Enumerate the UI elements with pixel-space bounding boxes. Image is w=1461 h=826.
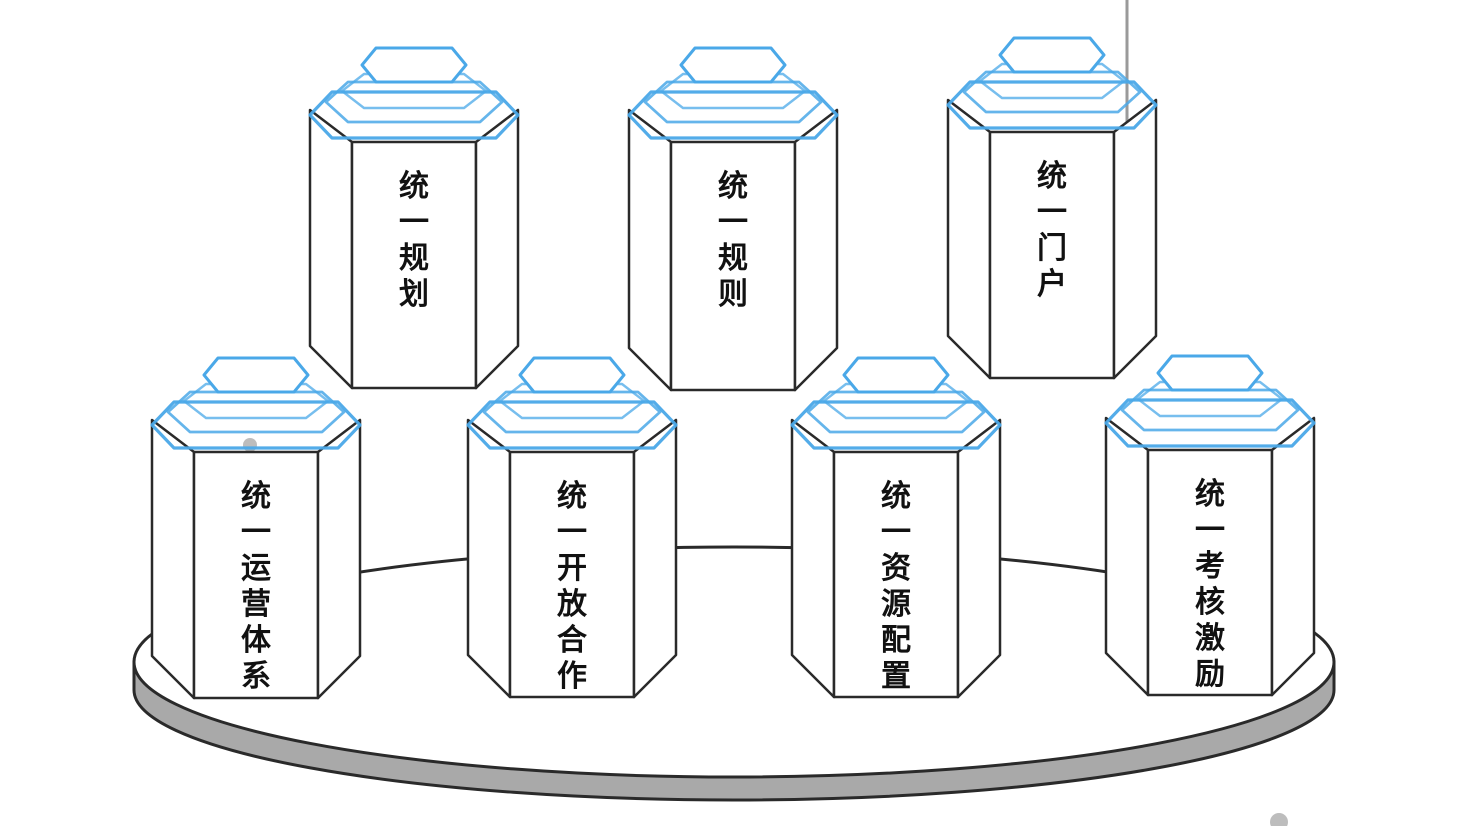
pillar-portal: 统一门户: [946, 36, 1158, 380]
pillar-label-char: 户: [1037, 267, 1067, 302]
pillar-right-face: [793, 108, 839, 392]
pillar-label-char: 励: [1195, 657, 1225, 692]
pillar-cap: [360, 46, 468, 84]
pillar-top-rings: [946, 62, 1158, 130]
decorative-dot: [1270, 813, 1288, 826]
pillar-cap: [679, 46, 787, 84]
pillar-label-char: 划: [399, 277, 429, 312]
pillar-left-face: [946, 98, 992, 380]
pillar-label-char: 统: [881, 479, 911, 514]
pillar-row-top: 统一规划统一规则统一门户: [308, 36, 1158, 392]
pillar-cap: [1156, 354, 1264, 392]
pillar-cooperation: 统一开放合作: [466, 356, 678, 699]
pillar-label-char: 系: [241, 659, 271, 694]
pillar-cap: [518, 356, 626, 394]
pillar-label-char: 作: [557, 659, 587, 694]
pillar-label-char: 一: [557, 515, 587, 550]
pillar-label-char: 核: [1195, 585, 1225, 620]
pillar-label-char: 一: [718, 205, 748, 240]
pillar-label-char: 置: [881, 659, 911, 694]
pillar-right-face: [956, 418, 1002, 699]
pillar-label-char: 营: [241, 587, 271, 622]
pillar-label-char: 统: [241, 479, 271, 514]
pillar-top-rings: [790, 382, 1002, 450]
pillar-resources: 统一资源配置: [790, 356, 1002, 699]
pillar-label-char: 统: [399, 169, 429, 204]
pillar-label-char: 统: [557, 479, 587, 514]
pillar-label-char: 统: [718, 169, 748, 204]
pillar-right-face: [1112, 98, 1158, 380]
pillar-label-char: 规: [718, 241, 748, 276]
pillar-label-char: 激: [1195, 621, 1225, 656]
pillar-cap: [842, 356, 950, 394]
pillar-left-face: [150, 418, 196, 700]
pillar-label-char: 考: [1195, 549, 1225, 584]
pillar-left-face: [466, 418, 512, 699]
decorative-dot: [243, 438, 257, 452]
pillar-label-char: 统: [1195, 477, 1225, 512]
pillar-label-char: 源: [881, 587, 911, 622]
pillar-left-face: [1104, 416, 1150, 697]
pillar-label-char: 体: [241, 623, 272, 658]
pillar-cap: [202, 356, 310, 394]
diagram-canvas: 统一规划统一规则统一门户 统一运营体系统一开放合作统一资源配置统一考核激励: [0, 0, 1461, 826]
pillar-right-face: [632, 418, 678, 699]
pillar-label-char: 合: [557, 623, 587, 658]
pillar-incentive: 统一考核激励: [1104, 354, 1316, 697]
pillar-right-face: [316, 418, 362, 700]
pillar-label-char: 一: [241, 515, 271, 550]
pillar-top-rings: [308, 72, 520, 140]
pillar-cap: [998, 36, 1106, 74]
pillar-right-face: [474, 108, 520, 390]
pillar-label-char: 开: [557, 551, 587, 586]
pillar-label-char: 一: [1195, 513, 1225, 548]
pillar-top-rings: [466, 382, 678, 450]
pillar-rules: 统一规则: [627, 46, 839, 392]
pillar-diagram: 统一规划统一规则统一门户 统一运营体系统一开放合作统一资源配置统一考核激励: [132, 0, 1336, 826]
pillar-label-char: 统: [1037, 159, 1067, 194]
pillar-label-char: 运: [241, 551, 271, 586]
pillar-left-face: [790, 418, 836, 699]
pillar-label-char: 资: [881, 551, 911, 586]
pillar-label-char: 一: [881, 515, 911, 550]
pillar-label-char: 门: [1037, 231, 1067, 266]
pillar-label-char: 一: [399, 205, 429, 240]
pillar-operations: 统一运营体系: [150, 356, 362, 700]
pillar-left-face: [627, 108, 673, 392]
pillar-label-char: 规: [399, 241, 429, 276]
pillar-planning: 统一规划: [308, 46, 520, 390]
pillar-left-face: [308, 108, 354, 390]
pillar-right-face: [1270, 416, 1316, 697]
pillar-top-rings: [1104, 380, 1316, 448]
pillar-top-rings: [627, 72, 839, 140]
pillar-label-char: 一: [1037, 195, 1067, 230]
pillar-top-rings: [150, 382, 362, 450]
pillar-label-char: 放: [556, 587, 588, 622]
pillar-label-char: 配: [881, 623, 911, 658]
pillar-label-char: 则: [718, 277, 748, 312]
